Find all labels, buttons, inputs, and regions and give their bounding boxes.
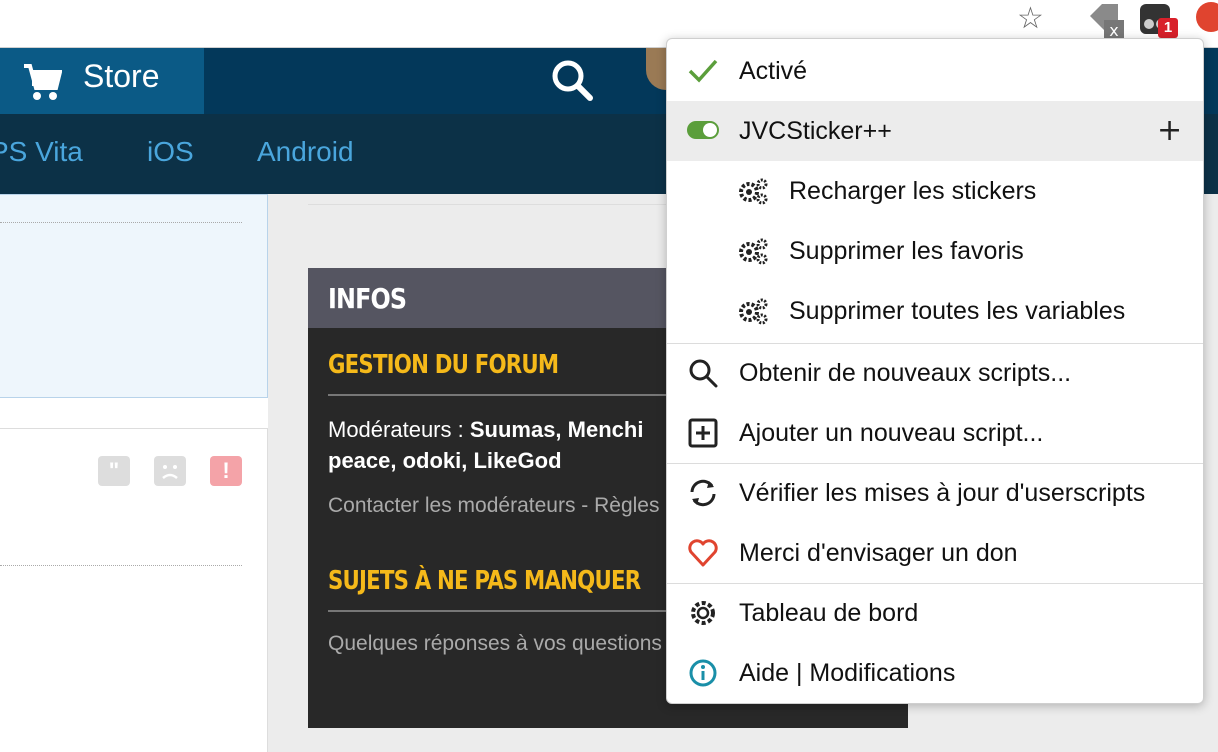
gears-icon [739, 178, 768, 205]
divider [328, 610, 668, 612]
userscript-menu: Activé JVCSticker++ + Recharger les stic… [666, 38, 1204, 704]
moderators-list[interactable]: Suumas, Menchi [470, 417, 644, 442]
script-toggle-icon[interactable] [687, 121, 719, 139]
info-box [0, 194, 268, 398]
extension-badge: 1 [1158, 18, 1178, 38]
gears-icon [739, 238, 768, 265]
checkmark-icon [688, 59, 718, 83]
refresh-icon [690, 479, 716, 507]
quote-icon[interactable]: " [98, 456, 130, 486]
search-icon [689, 359, 718, 388]
questions-text[interactable]: Quelques réponses à vos questions [328, 632, 662, 656]
contact-moderators-link[interactable]: Contacter les modérateurs - Règles [328, 494, 659, 518]
expand-plus-icon[interactable]: + [1157, 113, 1182, 148]
nav-item-android[interactable]: Android [257, 136, 354, 168]
menu-item-delete-favorites[interactable]: Supprimer les favoris [667, 221, 1203, 281]
store-button[interactable]: Store [0, 48, 204, 114]
extension-x-icon[interactable]: x [1082, 2, 1128, 40]
moderators-label: Modérateurs : [328, 417, 470, 442]
info-icon [689, 659, 717, 687]
menu-label: Recharger les stickers [789, 177, 1037, 205]
nav-item-ps-vita[interactable]: PS Vita [0, 136, 83, 168]
menu-label: Obtenir de nouveaux scripts... [739, 359, 1072, 387]
menu-item-script-jvcsticker[interactable]: JVCSticker++ + [667, 101, 1203, 161]
menu-item-delete-all-variables[interactable]: Supprimer toutes les variables [667, 281, 1203, 341]
menu-item-enabled[interactable]: Activé [667, 41, 1203, 101]
script-name: JVCSticker++ [739, 117, 892, 145]
search-icon[interactable] [550, 58, 594, 102]
menu-label: Vérifier les mises à jour d'userscripts [739, 479, 1146, 507]
menu-item-donate[interactable]: Merci d'envisager un don [667, 523, 1203, 583]
menu-item-dashboard[interactable]: Tableau de bord [667, 583, 1203, 643]
divider [328, 394, 668, 396]
red-extension-icon[interactable] [1196, 2, 1218, 32]
must-read-title: SUJETS À NE PAS MANQUER [328, 566, 641, 596]
menu-label: Supprimer les favoris [789, 237, 1024, 265]
gears-icon [739, 298, 768, 325]
forum-management-title: GESTION DU FORUM [328, 350, 559, 380]
menu-item-help[interactable]: Aide | Modifications [667, 643, 1203, 703]
plus-square-icon [688, 418, 718, 448]
menu-label: Aide | Modifications [739, 659, 956, 687]
menu-label: Tableau de bord [739, 599, 919, 627]
infos-title: INFOS [328, 282, 407, 315]
moderators-list-2[interactable]: peace, odoki, LikeGod [328, 448, 562, 473]
menu-label: Merci d'envisager un don [739, 539, 1018, 567]
menu-label: Activé [739, 57, 808, 85]
menu-item-add-new-script[interactable]: Ajouter un nouveau script... [667, 403, 1203, 463]
tampermonkey-extension-icon[interactable]: 1 [1138, 2, 1184, 40]
report-icon[interactable]: ! [210, 456, 242, 486]
heart-icon [688, 539, 718, 567]
divider [0, 222, 242, 223]
sad-face-icon[interactable] [154, 456, 186, 486]
menu-item-reload-stickers[interactable]: Recharger les stickers [667, 161, 1203, 221]
cart-icon [24, 64, 62, 100]
menu-item-check-updates[interactable]: Vérifier les mises à jour d'userscripts [667, 463, 1203, 523]
divider [0, 565, 242, 566]
nav-item-ios[interactable]: iOS [147, 136, 194, 168]
menu-item-get-new-scripts[interactable]: Obtenir de nouveaux scripts... [667, 343, 1203, 403]
store-label: Store [83, 58, 160, 94]
menu-label: Supprimer toutes les variables [789, 297, 1126, 325]
menu-label: Ajouter un nouveau script... [739, 419, 1044, 447]
gear-icon [691, 601, 715, 625]
bookmark-star-icon[interactable]: ☆ [1017, 4, 1044, 34]
divider [308, 204, 668, 205]
moderators-text: Modérateurs : Suumas, Menchi peace, odok… [328, 414, 668, 476]
